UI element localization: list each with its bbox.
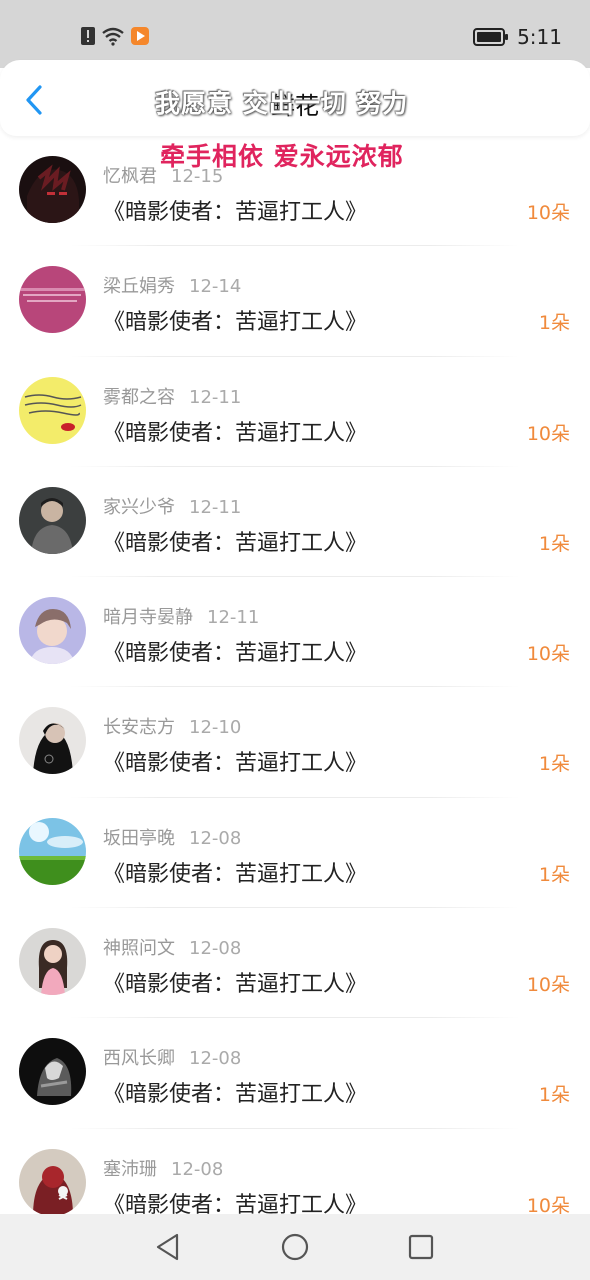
sender-line: 长安志方 12-10 [103,713,241,739]
book-title: 《暗影使者：苦逼打工人》 [103,1082,368,1108]
flower-count: 10朵 [526,422,570,445]
sender-line: 梁丘娟秀 12-14 [103,272,241,298]
sender-name: 神照问文 [103,938,175,960]
sender-line: 家兴少爷 12-11 [103,493,241,519]
avatar [19,486,86,554]
sender-line: 雾都之容 12-11 [103,383,241,409]
sender-line: 暗月寺晏静 12-11 [103,603,259,629]
avatar [19,266,86,334]
status-bar: 5:11 [0,0,590,68]
sender-line: 坂田亭晚 12-08 [103,824,241,850]
list-item[interactable]: 暗月寺晏静 12-11 《暗影使者：苦逼打工人》 10朵 [0,577,590,688]
book-title: 《暗影使者：苦逼打工人》 [103,751,368,777]
list-item[interactable]: 梁丘娟秀 12-14 《暗影使者：苦逼打工人》 1朵 [0,246,590,357]
sender-name: 梁丘娟秀 [103,276,175,298]
book-title: 《暗影使者：苦逼打工人》 [103,641,368,667]
flower-count: 1朵 [538,312,570,335]
avatar [19,707,86,775]
sender-name: 暗月寺晏静 [103,607,193,629]
flower-count: 10朵 [526,202,570,224]
send-date: 12-11 [207,607,260,629]
send-date: 12-10 [189,717,242,739]
avatar [19,376,86,444]
book-title: 《暗影使者：苦逼打工人》 [103,420,368,446]
sender-name: 忆枫君 [103,166,157,187]
flower-count: 1朵 [538,753,570,776]
list-item[interactable]: 雾都之容 12-11 《暗影使者：苦逼打工人》 10朵 [0,357,590,467]
book-title: 《暗影使者：苦逼打工人》 [103,530,368,556]
flower-count: 10朵 [526,974,570,997]
avatar [19,817,86,885]
send-date: 12-08 [189,1048,242,1070]
recents-square-icon[interactable] [406,1232,436,1262]
list-item[interactable]: 西风长卿 12-08 《暗影使者：苦逼打工人》 1朵 [0,1018,590,1129]
danmaku-comment: 牵手相依 爱永远浓郁 [160,142,404,171]
send-date: 12-08 [189,938,242,960]
send-date: 12-11 [189,496,242,518]
avatar [19,597,86,665]
avatar [19,1038,86,1106]
status-icons-left [80,24,150,48]
avatar [19,928,86,996]
danmaku-comment: 我愿意 交出一切 努力 [155,89,409,118]
sender-name: 雾都之容 [103,386,175,408]
flower-record-list: 忆枫君 12-15 《暗影使者：苦逼打工人》 10朵 梁丘娟秀 12-14 《暗影使… [0,136,590,1239]
wifi-icon [102,27,124,46]
sender-name: 长安志方 [103,717,175,739]
flower-count: 10朵 [526,643,570,666]
system-nav-bar [0,1214,590,1280]
sender-name: 西风长卿 [103,1048,175,1070]
sender-line: 塞沛珊 12-08 [103,1155,223,1181]
send-date: 12-11 [189,386,242,408]
book-title: 《暗影使者：苦逼打工人》 [103,972,368,998]
status-icons-right: 5:11 [473,24,562,50]
flower-count: 1朵 [538,1084,570,1107]
home-circle-icon[interactable] [280,1232,310,1262]
list-item[interactable]: 长安志方 12-10 《暗影使者：苦逼打工人》 1朵 [0,687,590,798]
book-title: 《暗影使者：苦逼打工人》 [103,200,368,225]
send-date: 12-08 [171,1158,224,1180]
book-title: 《暗影使者：苦逼打工人》 [103,861,368,887]
send-date: 12-08 [189,827,242,849]
play-app-icon [131,27,149,45]
flower-count: 1朵 [538,532,570,555]
status-time: 5:11 [517,25,562,49]
avatar [19,1148,86,1216]
alert-icon [81,27,95,45]
sender-name: 塞沛珊 [103,1158,157,1180]
sender-name: 坂田亭晚 [103,827,175,849]
battery-icon [473,28,509,46]
list-item[interactable]: 家兴少爷 12-11 《暗影使者：苦逼打工人》 1朵 [0,467,590,578]
flower-count: 1朵 [538,863,570,886]
list-item[interactable]: 坂田亭晚 12-08 《暗影使者：苦逼打工人》 1朵 [0,798,590,909]
sender-name: 家兴少爷 [103,496,175,518]
sender-line: 西风长卿 12-08 [103,1044,241,1070]
sender-line: 神照问文 12-08 [103,934,241,960]
send-date: 12-14 [189,276,242,298]
book-title: 《暗影使者：苦逼打工人》 [103,310,368,336]
avatar [19,156,86,223]
back-triangle-icon[interactable] [153,1232,183,1262]
list-item[interactable]: 神照问文 12-08 《暗影使者：苦逼打工人》 10朵 [0,908,590,1019]
